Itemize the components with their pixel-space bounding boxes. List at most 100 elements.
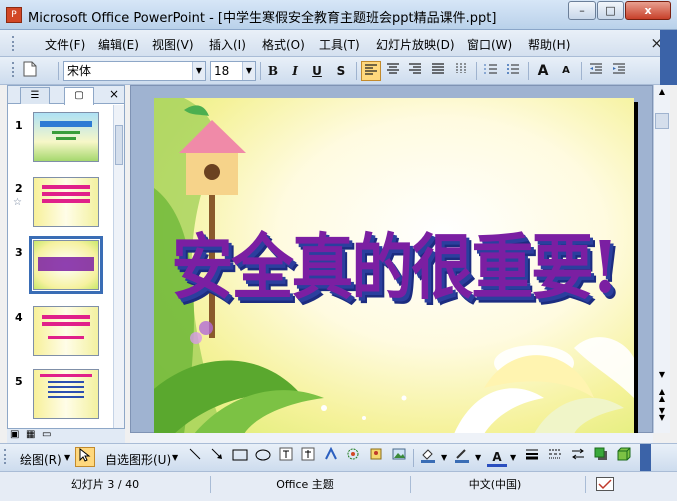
spelling-check-icon[interactable]: [596, 477, 614, 491]
powerpoint-app-icon[interactable]: P: [6, 7, 22, 23]
dash-style-icon[interactable]: [545, 447, 565, 467]
toolbar-grip-handle[interactable]: [12, 62, 15, 77]
wordart-icon[interactable]: [321, 446, 341, 467]
toolbar-separator: [476, 62, 477, 80]
chevron-down-icon[interactable]: ▼: [510, 453, 516, 462]
rectangle-tool-icon[interactable]: [230, 447, 250, 467]
thumbnail-heading-bar: [38, 257, 94, 271]
slide-heading[interactable]: 安全真的很重要!: [154, 209, 634, 313]
align-right-icon[interactable]: [405, 61, 425, 81]
scroll-up-arrow-icon[interactable]: ▲: [655, 87, 669, 99]
close-panel-button[interactable]: ×: [109, 87, 119, 101]
thumbnail-text-line: [48, 386, 84, 388]
close-window-button[interactable]: x: [625, 1, 671, 20]
bold-button[interactable]: B: [263, 61, 283, 81]
font-size-combo[interactable]: 18 ▼: [210, 61, 256, 81]
3d-style-icon[interactable]: [614, 447, 634, 467]
font-color-button[interactable]: A: [487, 447, 507, 467]
font-size-value: 18: [214, 64, 230, 78]
minimize-button[interactable]: –: [568, 1, 596, 20]
scroll-down-arrow-icon[interactable]: ▼: [655, 370, 669, 382]
underline-button[interactable]: U: [307, 61, 327, 81]
slide-thumbnail-1[interactable]: [33, 112, 99, 162]
bullet-list-icon[interactable]: [503, 61, 523, 81]
draw-menu-button[interactable]: 绘图(R): [20, 451, 62, 468]
slides-panel: ☰ ▢ × 1 2 ☆ 3 4 5: [7, 85, 125, 429]
thumbnail-text-line: [48, 396, 84, 398]
menu-insert[interactable]: 插入(I): [209, 36, 246, 53]
chevron-down-icon[interactable]: ▼: [172, 453, 178, 462]
tab-slides[interactable]: ▢: [64, 87, 94, 105]
align-left-icon[interactable]: [361, 61, 381, 81]
clip-art-icon[interactable]: [366, 447, 386, 467]
chevron-down-icon[interactable]: ▼: [441, 453, 447, 462]
diagram-icon[interactable]: [343, 447, 363, 467]
select-pointer-icon[interactable]: [75, 447, 95, 467]
slide-thumbnail-4[interactable]: [33, 306, 99, 356]
line-color-icon[interactable]: [452, 447, 472, 467]
toolbar-separator: [528, 62, 529, 80]
distribute-text-icon[interactable]: [428, 61, 448, 81]
oval-tool-icon[interactable]: [253, 447, 273, 467]
slide-thumbnail-5[interactable]: [33, 369, 99, 419]
toolbar-separator: [581, 62, 582, 80]
slideshow-view-icon[interactable]: ▭: [42, 429, 51, 440]
new-document-icon[interactable]: [20, 61, 40, 81]
toolbar-options-strip[interactable]: [660, 30, 677, 85]
menu-grip-handle[interactable]: [12, 36, 15, 51]
shrink-font-button[interactable]: A: [556, 61, 576, 81]
menu-help[interactable]: 帮助(H): [528, 36, 570, 53]
menu-edit[interactable]: 编辑(E): [98, 36, 139, 53]
menu-slideshow[interactable]: 幻灯片放映(D): [376, 36, 455, 53]
insert-picture-icon[interactable]: [389, 447, 409, 467]
vertical-text-box-icon[interactable]: [298, 447, 318, 467]
fill-color-icon[interactable]: [418, 447, 438, 467]
thumbnail-text-line: [42, 192, 90, 196]
shadow-style-icon[interactable]: [591, 447, 611, 467]
text-shadow-button[interactable]: S: [331, 61, 351, 81]
main-vertical-scrollbar[interactable]: ▲ ▼ ▲ ▲ ▼ ▼: [653, 85, 670, 433]
menu-window[interactable]: 窗口(W): [467, 36, 512, 53]
menu-view[interactable]: 视图(V): [152, 36, 194, 53]
chevron-down-icon[interactable]: ▼: [475, 453, 481, 462]
slide-thumbnail-3[interactable]: [29, 236, 103, 294]
italic-button[interactable]: I: [285, 61, 305, 81]
slide-sorter-view-icon[interactable]: ▦: [26, 429, 35, 440]
drawbar-grip-handle[interactable]: [4, 449, 7, 464]
font-name-combo[interactable]: 宋体 ▼: [63, 61, 206, 81]
previous-slide-icon[interactable]: ▲ ▲: [655, 388, 669, 404]
menu-tools[interactable]: 工具(T): [319, 36, 360, 53]
main-horizontal-scrollbar[interactable]: [130, 433, 653, 443]
line-tool-icon[interactable]: [185, 447, 205, 467]
next-slide-icon[interactable]: ▼ ▼: [655, 407, 669, 423]
maximize-button[interactable]: □: [597, 1, 624, 20]
panel-vertical-scrollbar[interactable]: [113, 105, 124, 428]
grow-font-button[interactable]: A: [533, 61, 553, 81]
chevron-down-icon[interactable]: ▼: [64, 453, 70, 462]
text-box-icon[interactable]: [276, 447, 296, 467]
panel-scroll-thumb[interactable]: [115, 125, 123, 165]
tab-outline[interactable]: ☰: [20, 87, 50, 104]
arrow-tool-icon[interactable]: [207, 447, 227, 467]
normal-view-icon[interactable]: ▣: [10, 429, 19, 440]
decrease-indent-icon[interactable]: [586, 61, 606, 81]
menu-file[interactable]: 文件(F): [45, 36, 85, 53]
autoshapes-menu-button[interactable]: 自选图形(U): [105, 451, 171, 468]
drawbar-options-strip[interactable]: [640, 444, 651, 472]
slide-thumbnail-2[interactable]: [33, 177, 99, 227]
column-text-icon[interactable]: [451, 61, 471, 81]
main-scroll-thumb[interactable]: [655, 113, 669, 129]
transition-star-icon[interactable]: ☆: [13, 197, 22, 208]
numbered-list-icon[interactable]: [481, 61, 501, 81]
menu-format[interactable]: 格式(O): [262, 36, 305, 53]
chevron-down-icon[interactable]: ▼: [192, 62, 205, 80]
current-slide[interactable]: 安全真的很重要!: [154, 98, 634, 434]
chevron-down-icon[interactable]: ▼: [242, 62, 255, 80]
status-divider: [410, 476, 411, 493]
slide-number: 5: [15, 375, 23, 388]
thumbnail-text-line: [52, 131, 80, 134]
line-style-icon[interactable]: [522, 447, 542, 467]
align-center-icon[interactable]: [383, 61, 403, 81]
increase-indent-icon[interactable]: [609, 61, 629, 81]
arrow-style-icon[interactable]: [568, 447, 588, 467]
